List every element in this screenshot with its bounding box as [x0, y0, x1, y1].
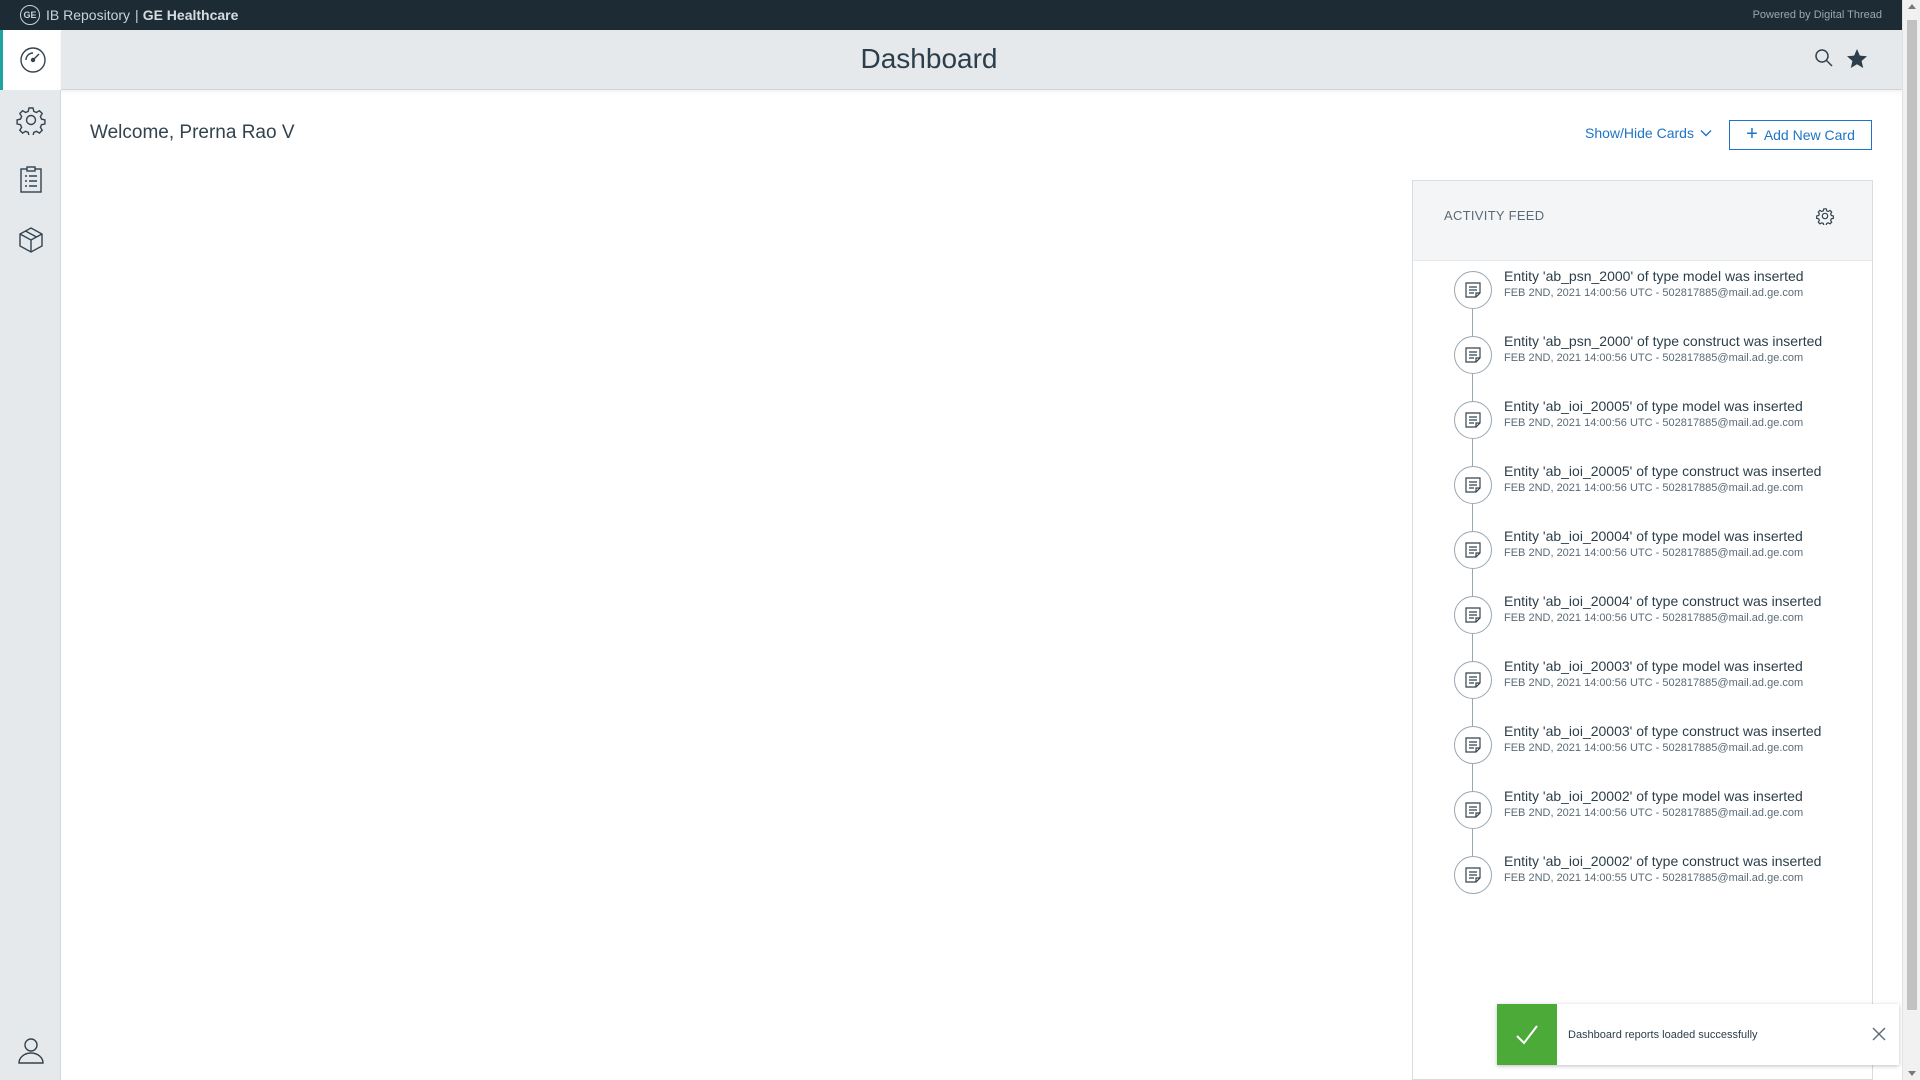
checklist-icon	[19, 166, 42, 193]
document-icon	[1454, 791, 1492, 829]
activity-message: Entity 'ab_ioi_20004' of type model was …	[1504, 528, 1803, 544]
success-toast: Dashboard reports loaded successfully	[1497, 1004, 1899, 1065]
activity-feed-card: ACTIVITY FEED Entity 'ab_psn_2000' of ty…	[1412, 180, 1873, 1080]
activity-item[interactable]: Entity 'ab_ioi_20002' of type model was …	[1413, 781, 1874, 856]
toast-message: Dashboard reports loaded successfully	[1568, 1028, 1758, 1041]
page-scrollbar[interactable]	[1902, 0, 1920, 1080]
document-icon	[1454, 661, 1492, 699]
activity-meta: FEB 2ND, 2021 14:00:56 UTC - 502817885@m…	[1504, 677, 1804, 689]
scrollbar-thumb[interactable]	[1907, 20, 1917, 1010]
activity-item[interactable]: Entity 'ab_ioi_20004' of type construct …	[1413, 586, 1874, 661]
welcome-message: Welcome, Prerna Rao V	[90, 122, 295, 143]
activity-message: Entity 'ab_ioi_20003' of type construct …	[1504, 723, 1822, 739]
close-icon[interactable]	[1871, 1026, 1887, 1047]
star-icon[interactable]	[1845, 47, 1869, 76]
activity-feed-header: ACTIVITY FEED	[1413, 181, 1872, 261]
activity-meta: FEB 2ND, 2021 14:00:56 UTC - 502817885@m…	[1504, 742, 1804, 754]
document-icon	[1454, 401, 1492, 439]
document-icon	[1454, 531, 1492, 569]
app-name: IB Repository	[46, 7, 131, 23]
activity-item[interactable]: Entity 'ab_ioi_20002' of type construct …	[1413, 846, 1874, 911]
activity-meta: FEB 2ND, 2021 14:00:56 UTC - 502817885@m…	[1504, 547, 1804, 559]
page-header: Dashboard	[61, 30, 1902, 90]
activity-item[interactable]: Entity 'ab_ioi_20005' of type construct …	[1413, 456, 1874, 531]
nav-profile[interactable]	[0, 1020, 61, 1080]
activity-message: Entity 'ab_ioi_20003' of type model was …	[1504, 658, 1803, 674]
activity-item[interactable]: Entity 'ab_psn_2000' of type construct w…	[1413, 326, 1874, 401]
activity-message: Entity 'ab_psn_2000' of type model was i…	[1504, 268, 1804, 284]
checkmark-icon	[1497, 1004, 1557, 1065]
card-settings-gear-icon[interactable]	[1816, 207, 1834, 230]
document-icon	[1454, 271, 1492, 309]
page-title: Dashboard	[860, 43, 998, 74]
document-icon	[1454, 726, 1492, 764]
activity-item[interactable]: Entity 'ab_ioi_20005' of type model was …	[1413, 391, 1874, 466]
add-new-card-button[interactable]: + Add New Card	[1729, 120, 1872, 150]
nav-settings[interactable]	[0, 90, 61, 150]
search-icon[interactable]	[1814, 48, 1834, 73]
activity-meta: FEB 2ND, 2021 14:00:55 UTC - 502817885@m…	[1504, 872, 1804, 884]
show-hide-label: Show/Hide Cards	[1585, 125, 1694, 141]
activity-meta: FEB 2ND, 2021 14:00:56 UTC - 502817885@m…	[1504, 482, 1804, 494]
document-icon	[1454, 856, 1492, 894]
activity-feed-title: ACTIVITY FEED	[1444, 208, 1545, 223]
title-separator: |	[135, 7, 139, 23]
user-icon	[17, 1038, 44, 1064]
activity-item[interactable]: Entity 'ab_ioi_20003' of type model was …	[1413, 651, 1874, 726]
nav-assets[interactable]	[0, 210, 61, 270]
scroll-up-arrow-icon[interactable]	[1908, 4, 1916, 9]
activity-message: Entity 'ab_ioi_20004' of type construct …	[1504, 593, 1822, 609]
cube-icon	[18, 227, 43, 253]
powered-by-text: Powered by Digital Thread	[1752, 9, 1882, 21]
plus-icon: +	[1746, 123, 1758, 145]
activity-meta: FEB 2ND, 2021 14:00:56 UTC - 502817885@m…	[1504, 287, 1804, 299]
nav-dashboard[interactable]	[0, 30, 62, 90]
show-hide-cards-dropdown[interactable]: Show/Hide Cards	[1585, 125, 1712, 141]
top-bar: GE IB Repository | GE Healthcare Powered…	[0, 0, 1902, 30]
speedometer-icon	[19, 47, 46, 73]
document-icon	[1454, 466, 1492, 504]
left-nav	[0, 30, 62, 1080]
activity-meta: FEB 2ND, 2021 14:00:56 UTC - 502817885@m…	[1504, 352, 1804, 364]
activity-item[interactable]: Entity 'ab_ioi_20004' of type model was …	[1413, 521, 1874, 596]
activity-item[interactable]: Entity 'ab_psn_2000' of type model was i…	[1413, 261, 1874, 336]
activity-meta: FEB 2ND, 2021 14:00:56 UTC - 502817885@m…	[1504, 417, 1804, 429]
brand-name: GE Healthcare	[142, 7, 239, 23]
nav-checklist[interactable]	[0, 150, 61, 210]
activity-message: Entity 'ab_ioi_20005' of type construct …	[1504, 463, 1822, 479]
activity-message: Entity 'ab_ioi_20005' of type model was …	[1504, 398, 1803, 414]
activity-meta: FEB 2ND, 2021 14:00:56 UTC - 502817885@m…	[1504, 612, 1804, 624]
activity-meta: FEB 2ND, 2021 14:00:56 UTC - 502817885@m…	[1504, 807, 1804, 819]
document-icon	[1454, 596, 1492, 634]
activity-message: Entity 'ab_ioi_20002' of type construct …	[1504, 853, 1822, 869]
document-icon	[1454, 336, 1492, 374]
gear-icon	[15, 107, 46, 135]
activity-message: Entity 'ab_ioi_20002' of type model was …	[1504, 788, 1803, 804]
ge-logo-icon: GE	[20, 5, 40, 25]
chevron-down-icon	[1700, 124, 1712, 140]
activity-message: Entity 'ab_psn_2000' of type construct w…	[1504, 333, 1823, 349]
activity-item[interactable]: Entity 'ab_ioi_20003' of type construct …	[1413, 716, 1874, 791]
add-new-card-label: Add New Card	[1763, 127, 1855, 143]
scroll-down-arrow-icon[interactable]	[1908, 1071, 1916, 1076]
